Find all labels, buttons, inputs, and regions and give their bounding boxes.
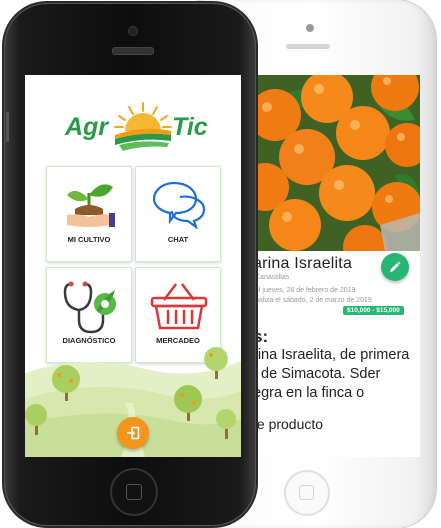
description-line: , de Simacota. Sder [255,366,381,382]
tile-chat[interactable]: CHAT [135,166,221,262]
availability-end-date: naliza el sábado, 2 de marzo de 2019 [255,297,372,304]
product-title: arina Israelita [255,255,353,272]
chat-bubbles-icon [152,181,206,229]
front-camera [128,26,138,36]
availability-start-date: el jueves, 28 de febrero de 2019 [255,287,356,294]
product-unit: Canastillas [255,274,290,281]
exit-icon [127,426,140,440]
price-badge: $10,000 - $15,000 [343,306,404,315]
front-camera [306,24,314,32]
logo-text-right: Tic [172,113,208,141]
pencil-icon [390,261,401,272]
product-photo [255,75,420,251]
logout-button[interactable] [117,417,149,449]
earpiece [112,47,154,55]
product-description: rina Israelita, de primera , de Simacota… [255,346,420,403]
sunrise-logo-icon [114,102,172,151]
tile-label: MI CULTIVO [67,235,111,244]
home-button[interactable] [284,470,330,516]
stethoscope-leaf-icon [63,281,116,334]
plant-hands-icon [67,184,115,227]
description-line: egra en la finca o [255,385,365,401]
side-button [6,112,9,142]
tile-mi-cultivo[interactable]: MI CULTIVO [46,166,132,262]
agrotic-logo: Agr Tic [65,101,208,157]
description-heading: s: [255,327,269,346]
edit-product-button[interactable] [381,253,409,281]
home-menu-screen: Agr Tic MI CULTIVO CHAT DIAGNÓSTICO MERC… [25,75,241,457]
description-footer: te producto [255,416,324,432]
home-button[interactable] [110,468,158,516]
description-line: rina Israelita, de primera [255,347,410,363]
product-detail-screen: arina Israelita Canastillas el jueves, 2… [255,75,420,457]
earpiece [286,44,330,49]
tile-label: CHAT [167,235,189,244]
shopping-basket-icon [150,283,208,330]
logo-text-left: Agr [65,113,109,141]
